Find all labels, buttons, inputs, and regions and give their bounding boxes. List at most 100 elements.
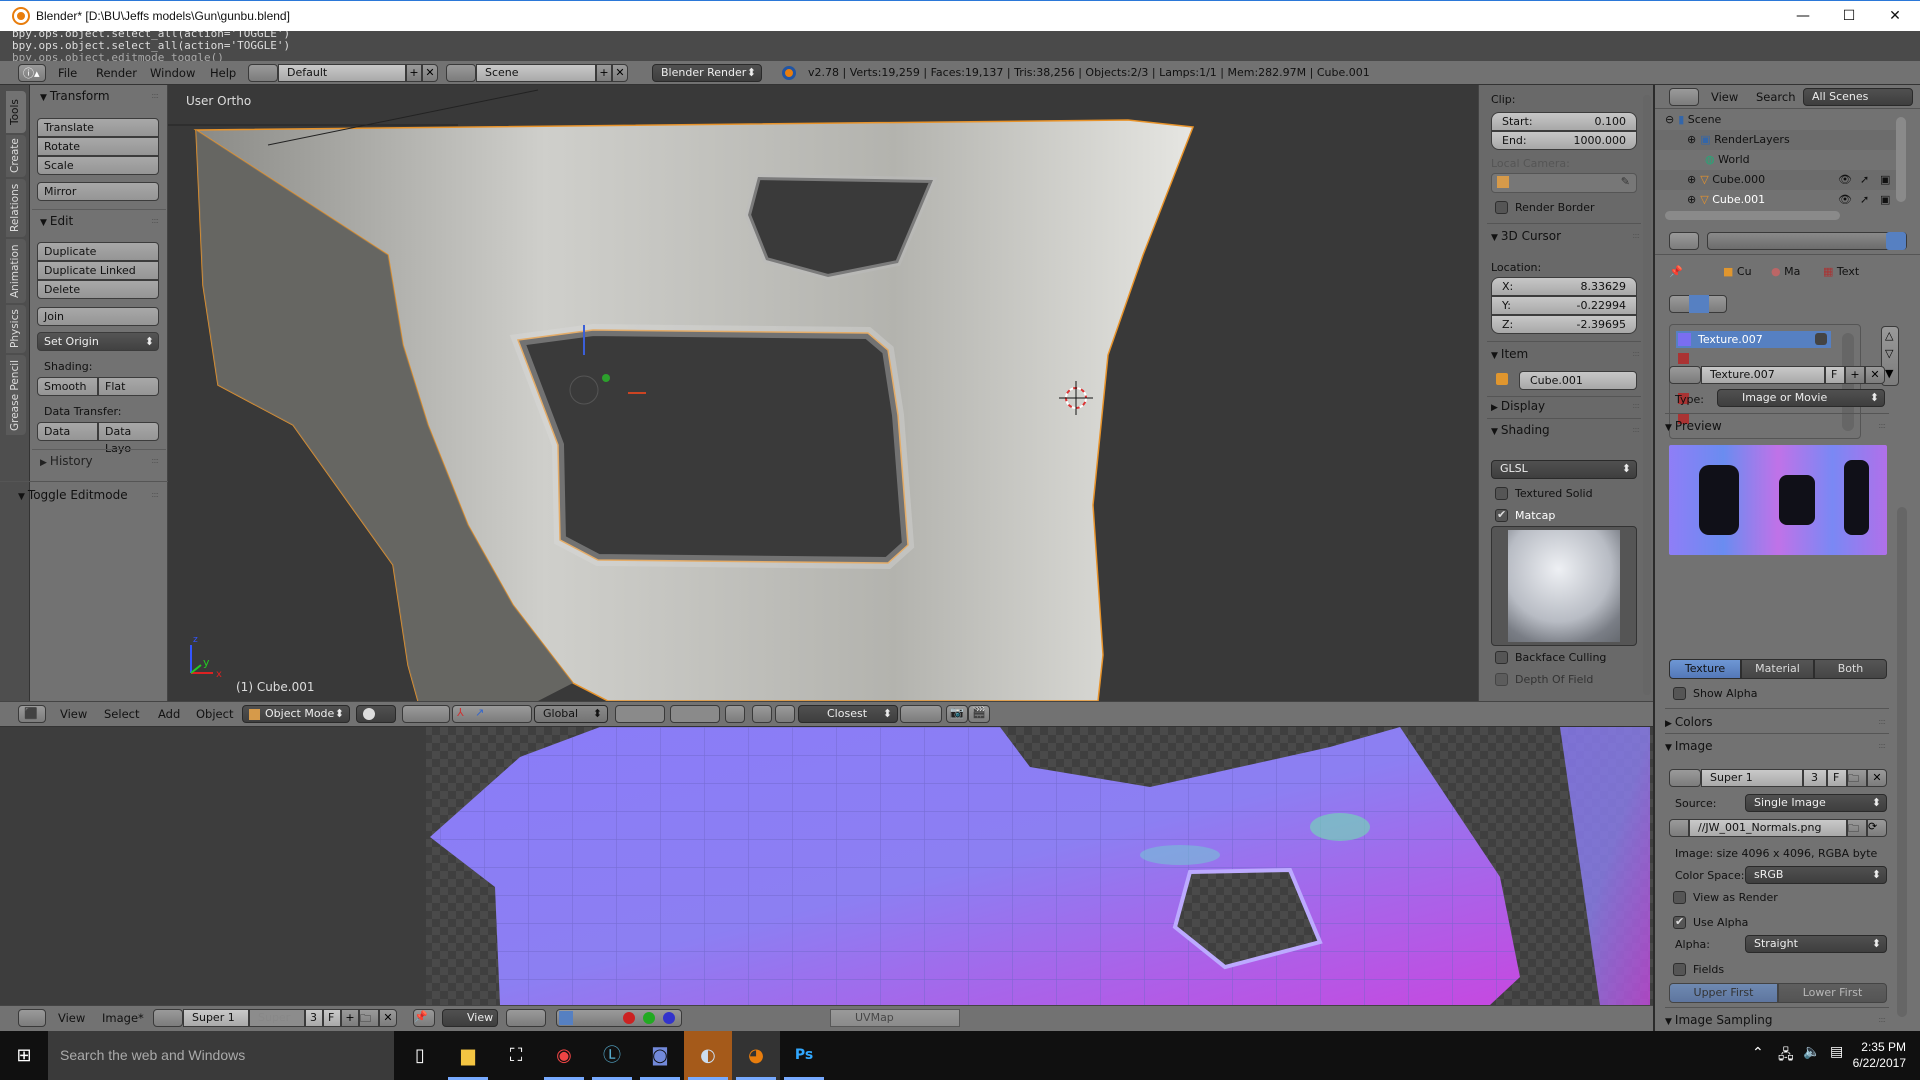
- alpha-mode-select[interactable]: Straight ⬍: [1745, 935, 1887, 953]
- menu-select[interactable]: Select: [104, 706, 139, 722]
- render-engine-select[interactable]: Blender Render ⬍: [652, 64, 762, 82]
- unlink-image-button[interactable]: ✕: [379, 1009, 397, 1027]
- clip-end-field[interactable]: End: 1000.000: [1491, 131, 1637, 150]
- open-image-button[interactable]: 🗀: [1847, 769, 1867, 787]
- history-panel-header[interactable]: ▶ History::::: [30, 450, 168, 472]
- tab-create[interactable]: Create: [6, 135, 26, 177]
- reload-image-button[interactable]: ⟳: [1867, 819, 1887, 837]
- texture-slot-active[interactable]: Texture.007: [1676, 331, 1831, 348]
- lower-first-button[interactable]: Lower First: [1778, 983, 1887, 1003]
- menu-help[interactable]: Help: [210, 65, 236, 81]
- texture-type-tabs[interactable]: [1669, 295, 1727, 313]
- taskbar-clock[interactable]: 2:35 PM 6/22/2017: [1853, 1039, 1906, 1071]
- matcap-preview[interactable]: [1491, 526, 1637, 646]
- drag-grip-icon[interactable]: ::::: [1632, 419, 1640, 441]
- properties-editor-type-button[interactable]: [1669, 232, 1699, 250]
- image-browse-button[interactable]: [153, 1009, 183, 1027]
- shading-mode-select[interactable]: GLSL ⬍: [1491, 460, 1637, 479]
- menu-view[interactable]: View: [60, 706, 87, 722]
- browse-file-button[interactable]: 🗀: [1847, 819, 1867, 837]
- renderable-camera-icon[interactable]: ▣: [1880, 190, 1890, 210]
- chrome-icon[interactable]: ◉: [540, 1031, 588, 1080]
- outliner-item-world[interactable]: ◍ World: [1655, 150, 1900, 170]
- image-users-field[interactable]: 3: [1803, 769, 1827, 787]
- action-center-icon[interactable]: ▤: [1830, 1044, 1843, 1060]
- drag-grip-icon[interactable]: ::::: [151, 210, 159, 232]
- taskbar-search-box[interactable]: Search the web and Windows: [48, 1031, 394, 1080]
- uv-image-editor[interactable]: [0, 727, 1653, 1005]
- start-button[interactable]: ⊞: [0, 1031, 48, 1080]
- tab-tools[interactable]: Tools: [6, 91, 26, 133]
- view-as-render-checkbox[interactable]: [1673, 891, 1686, 904]
- selectable-cursor-icon[interactable]: ➚: [1860, 190, 1869, 210]
- smooth-button[interactable]: Smooth: [37, 377, 98, 396]
- render-animation-button[interactable]: 🎬: [968, 705, 990, 723]
- image-source-select[interactable]: Single Image ⬍: [1745, 794, 1887, 812]
- 3d-cursor-panel-header[interactable]: ▼ 3D Cursor::::: [1479, 225, 1649, 247]
- eyedropper-icon[interactable]: ✎: [1621, 175, 1630, 188]
- image-fake-user-button[interactable]: F: [1827, 769, 1847, 787]
- pivot-point-select[interactable]: [402, 705, 450, 723]
- image-filepath-field[interactable]: //JW_001_Normals.png: [1689, 819, 1847, 837]
- preview-panel-header[interactable]: ▼ Preview::::: [1655, 415, 1895, 437]
- cursor-z-field[interactable]: Z: -2.39695: [1491, 315, 1637, 334]
- render-opengl-button[interactable]: 📷: [946, 705, 968, 723]
- drag-grip-icon[interactable]: ::::: [151, 85, 159, 107]
- drag-grip-icon[interactable]: ::::: [1878, 415, 1886, 437]
- texture-type-select[interactable]: Image or Movie ⬍: [1717, 389, 1885, 407]
- editor-type-button[interactable]: ⓘ▴: [18, 64, 46, 82]
- image-users-count[interactable]: 3: [305, 1009, 323, 1027]
- collapse-icon[interactable]: ⊖: [1665, 113, 1674, 126]
- selectable-cursor-icon[interactable]: ➚: [1860, 170, 1869, 190]
- context-tabs[interactable]: [1707, 232, 1907, 250]
- fields-checkbox[interactable]: [1673, 963, 1686, 976]
- render-border-checkbox[interactable]: [1495, 201, 1508, 214]
- cursor-y-field[interactable]: Y: -0.22994: [1491, 296, 1637, 315]
- unlink-image-button[interactable]: ✕: [1867, 769, 1887, 787]
- image-name-field[interactable]: Super 1: [183, 1009, 249, 1027]
- menu-file[interactable]: File: [58, 65, 77, 81]
- image-panel-header[interactable]: ▼ Image::::: [1655, 735, 1895, 757]
- move-down-icon[interactable]: ▽: [1885, 347, 1893, 360]
- texture-name-field[interactable]: Texture.007: [1701, 366, 1825, 384]
- duplicate-linked-button[interactable]: Duplicate Linked: [37, 261, 159, 280]
- lock-layers-button[interactable]: [725, 705, 745, 723]
- transform-panel-header[interactable]: ▼ Transform::::: [30, 85, 168, 107]
- pin-button[interactable]: 📌: [413, 1009, 435, 1027]
- outliner-menu-view[interactable]: View: [1711, 89, 1738, 105]
- cursor-x-field[interactable]: X: 8.33629: [1491, 277, 1637, 296]
- preview-tab-texture[interactable]: Texture: [1669, 659, 1741, 679]
- transform-orientation-select[interactable]: Global ⬍: [534, 705, 608, 723]
- close-button[interactable]: ✕: [1872, 1, 1918, 32]
- minimize-button[interactable]: —: [1780, 1, 1826, 32]
- volume-icon[interactable]: 🔈: [1803, 1044, 1820, 1060]
- drag-grip-icon[interactable]: ::::: [1878, 1009, 1886, 1031]
- set-origin-select[interactable]: Set Origin ⬍: [37, 332, 159, 351]
- translate-button[interactable]: Translate: [37, 118, 159, 137]
- pin-icon[interactable]: 📌: [1669, 265, 1683, 278]
- add-scene-button[interactable]: +: [596, 64, 612, 82]
- texture-browse-button[interactable]: [1669, 366, 1701, 384]
- show-alpha-checkbox[interactable]: [1673, 687, 1686, 700]
- drag-grip-icon[interactable]: ::::: [1878, 711, 1886, 733]
- viewport-shading-select[interactable]: [356, 705, 396, 723]
- scene-field[interactable]: Scene: [476, 64, 596, 82]
- image-sampling-panel-header[interactable]: ▼ Image Sampling::::: [1655, 1009, 1895, 1031]
- photoshop-icon[interactable]: Ps: [780, 1031, 828, 1080]
- data-button[interactable]: Data: [37, 422, 98, 441]
- duplicate-button[interactable]: Duplicate: [37, 242, 159, 261]
- outliner-vertical-scrollbar[interactable]: [1896, 117, 1906, 202]
- interaction-mode-select[interactable]: Object Mode ⬍: [242, 705, 350, 723]
- menu-window[interactable]: Window: [150, 65, 195, 81]
- image-browse-button[interactable]: [1669, 769, 1701, 787]
- texture-slot-empty[interactable]: [1678, 353, 1689, 364]
- object-name-field[interactable]: Cube.001: [1519, 371, 1637, 390]
- outliner-display-select[interactable]: All Scenes: [1803, 88, 1913, 106]
- delete-button[interactable]: Delete: [37, 280, 159, 299]
- menu-object[interactable]: Object: [196, 706, 233, 722]
- menu-image[interactable]: Image*: [102, 1010, 144, 1026]
- texture-context-tab-active[interactable]: [1886, 232, 1906, 250]
- depth-of-field-checkbox[interactable]: [1495, 673, 1508, 686]
- tab-relations[interactable]: Relations: [6, 179, 26, 237]
- store-icon[interactable]: ⛶: [492, 1031, 540, 1080]
